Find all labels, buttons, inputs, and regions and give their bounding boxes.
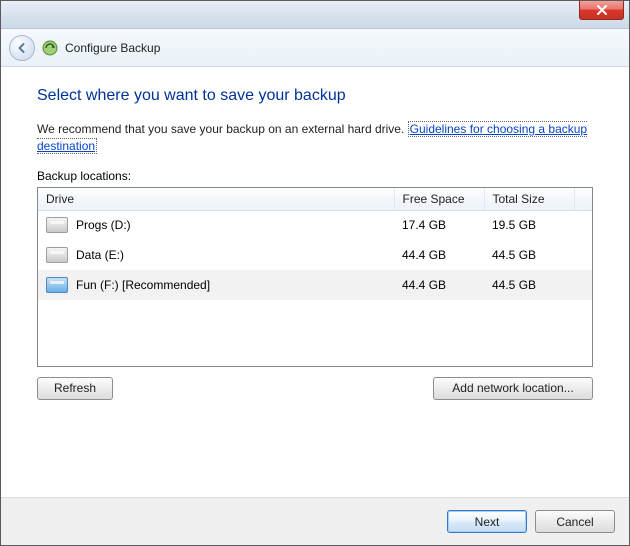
cancel-button[interactable]: Cancel <box>535 510 615 533</box>
total-size-cell: 44.5 GB <box>484 270 574 300</box>
add-network-location-button[interactable]: Add network location... <box>433 377 593 400</box>
drive-name: Data (E:) <box>76 248 124 262</box>
close-icon <box>596 5 608 15</box>
col-drive[interactable]: Drive <box>38 188 394 211</box>
table-row[interactable]: Fun (F:) [Recommended] 44.4 GB44.5 GB <box>38 270 592 300</box>
close-button[interactable] <box>579 1 624 20</box>
total-size-cell: 19.5 GB <box>484 210 574 240</box>
recommendation-pretext: We recommend that you save your backup o… <box>37 122 408 136</box>
back-button[interactable] <box>9 35 35 61</box>
free-space-cell: 17.4 GB <box>394 210 484 240</box>
free-space-cell: 44.4 GB <box>394 240 484 270</box>
header-bar: Configure Backup <box>1 29 629 67</box>
page-heading: Select where you want to save your backu… <box>37 87 593 105</box>
table-header-row: Drive Free Space Total Size <box>38 188 592 211</box>
window-title: Configure Backup <box>65 41 160 55</box>
next-button[interactable]: Next <box>447 510 527 533</box>
free-space-cell: 44.4 GB <box>394 270 484 300</box>
backup-locations-label: Backup locations: <box>37 169 593 183</box>
backup-locations-table: Drive Free Space Total Size Progs (D:) 17… <box>37 187 593 367</box>
total-size-cell: 44.5 GB <box>484 240 574 270</box>
col-total-size[interactable]: Total Size <box>484 188 574 211</box>
drive-name: Progs (D:) <box>76 218 131 232</box>
recommendation-text: We recommend that you save your backup o… <box>37 121 593 155</box>
drive-icon <box>46 247 68 263</box>
backup-app-icon <box>41 39 59 57</box>
table-row-empty <box>38 300 592 324</box>
wizard-window: Configure Backup Select where you want t… <box>0 0 630 546</box>
refresh-button[interactable]: Refresh <box>37 377 113 400</box>
wizard-footer: Next Cancel <box>1 497 629 545</box>
titlebar <box>1 1 629 29</box>
col-spacer <box>574 188 592 211</box>
drive-icon <box>46 217 68 233</box>
table-row[interactable]: Data (E:) 44.4 GB44.5 GB <box>38 240 592 270</box>
col-free-space[interactable]: Free Space <box>394 188 484 211</box>
table-row-empty <box>38 324 592 348</box>
table-action-row: Refresh Add network location... <box>37 377 593 400</box>
back-arrow-icon <box>15 41 29 55</box>
content-pane: Select where you want to save your backu… <box>1 67 629 497</box>
table-row[interactable]: Progs (D:) 17.4 GB19.5 GB <box>38 210 592 240</box>
drive-icon <box>46 277 68 293</box>
drive-name: Fun (F:) [Recommended] <box>76 278 210 292</box>
